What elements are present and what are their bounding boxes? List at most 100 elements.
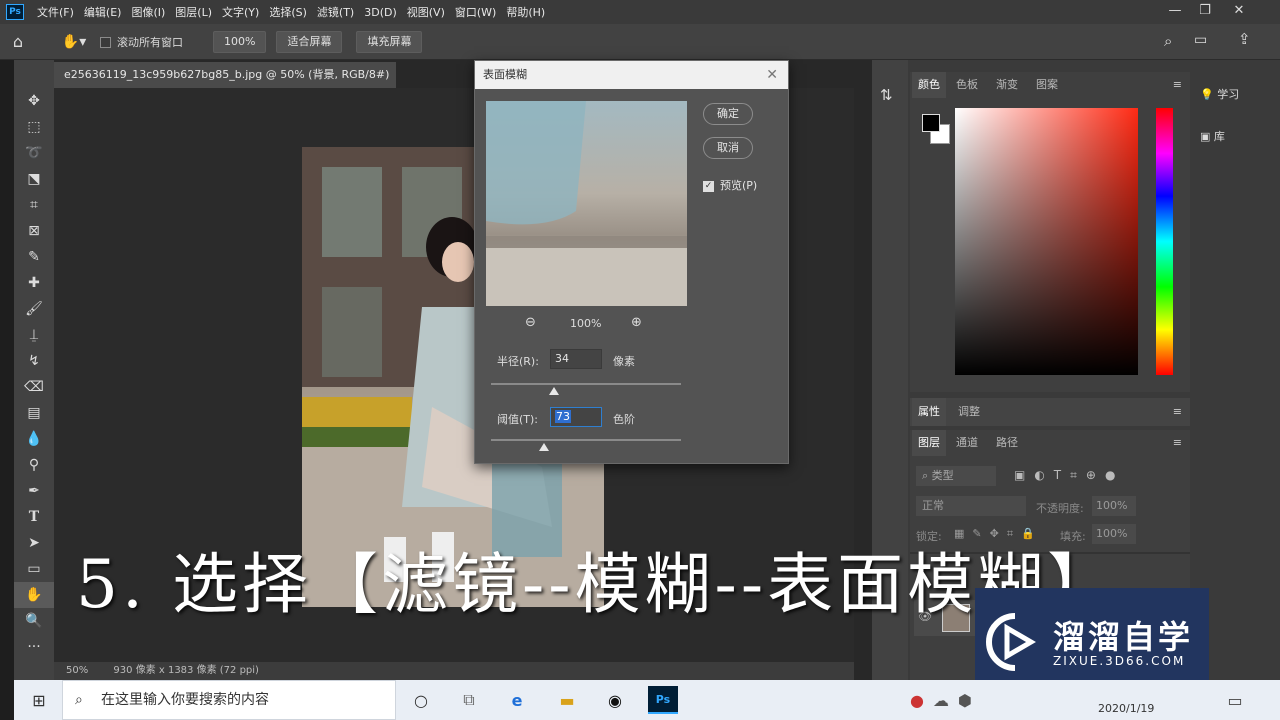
gradient-tool-icon[interactable]: ▤ — [14, 400, 54, 426]
eraser-tool-icon[interactable]: ⌫ — [14, 374, 54, 400]
library-button[interactable]: ▣ 库 — [1200, 128, 1225, 144]
menu-type[interactable]: 文字(Y) — [217, 4, 264, 20]
hue-slider[interactable] — [1156, 108, 1173, 375]
restore-icon[interactable]: ❐ — [1190, 0, 1220, 24]
photoshop-taskbar-icon[interactable]: Ps — [648, 686, 678, 714]
menu-image[interactable]: 图像(I) — [126, 4, 170, 20]
quick-select-tool-icon[interactable]: ⬔ — [14, 166, 54, 192]
frame-tool-icon[interactable]: ⊠ — [14, 218, 54, 244]
menu-view[interactable]: 视图(V) — [402, 4, 450, 20]
rectangle-tool-icon[interactable]: ▭ — [14, 556, 54, 582]
filter-preview[interactable] — [486, 101, 687, 306]
workspace-icon[interactable]: ▭ — [1194, 32, 1207, 48]
dodge-tool-icon[interactable]: ⚲ — [14, 452, 54, 478]
blur-tool-icon[interactable]: 💧 — [14, 426, 54, 452]
hand-tool-icon[interactable]: ✋ — [14, 582, 54, 608]
cancel-button[interactable]: 取消 — [703, 137, 753, 159]
lock-icons[interactable]: ▦✎✥⌗🔒 — [954, 527, 1043, 541]
foreground-color-swatch[interactable] — [922, 114, 940, 132]
notification-icon[interactable]: ▭ — [1220, 686, 1250, 714]
menu-file[interactable]: 文件(F) — [32, 4, 79, 20]
menu-bar: Ps 文件(F) 编辑(E) 图像(I) 图层(L) 文字(Y) 选择(S) 滤… — [0, 0, 1280, 24]
dialog-close-icon[interactable]: ✕ — [766, 61, 778, 89]
layers-menu-icon[interactable]: ≡ — [1173, 436, 1182, 449]
check-icon[interactable]: ✓ — [703, 180, 714, 192]
path-select-tool-icon[interactable]: ➤ — [14, 530, 54, 556]
type-tool-icon[interactable]: T — [14, 504, 54, 530]
tab-swatches[interactable]: 色板 — [950, 72, 984, 98]
menu-edit[interactable]: 编辑(E) — [79, 4, 127, 20]
history-brush-tool-icon[interactable]: ↯ — [14, 348, 54, 374]
dialog-title-bar[interactable]: 表面模糊 ✕ — [475, 61, 788, 89]
dialog-title: 表面模糊 — [483, 68, 527, 81]
document-tab[interactable]: e25636119_13c959b627bg85_b.jpg @ 50% (背景… — [54, 62, 396, 107]
menu-help[interactable]: 帮助(H) — [501, 4, 550, 20]
color-picker-field[interactable] — [955, 108, 1138, 375]
threshold-slider-track[interactable] — [491, 439, 681, 441]
menu-3d[interactable]: 3D(D) — [359, 6, 402, 19]
layer-filter-dropdown[interactable]: ⌕ 类型 — [916, 466, 996, 486]
hand-tool-preset-icon[interactable]: ✋▾ — [54, 34, 94, 50]
edge-icon[interactable]: e — [502, 686, 532, 714]
windows-start-icon[interactable]: ⊞ — [24, 686, 54, 714]
close-window-icon[interactable]: ✕ — [1224, 0, 1254, 24]
checkbox-icon[interactable] — [100, 37, 111, 48]
taskbar-search-box[interactable]: ⌕ 在这里输入你要搜索的内容 — [62, 680, 396, 720]
history-icon[interactable]: ⇅ — [880, 86, 893, 104]
menu-layer[interactable]: 图层(L) — [170, 4, 217, 20]
layer-filter-icons[interactable]: ▣◐T⌗⊕● — [1014, 468, 1124, 483]
zoom-in-icon[interactable]: ⊕ — [631, 315, 642, 330]
zoom-out-icon[interactable]: ⊖ — [525, 315, 536, 330]
threshold-unit: 色阶 — [613, 413, 635, 426]
opacity-input[interactable]: 100% — [1092, 496, 1136, 516]
radius-slider-track[interactable] — [491, 383, 681, 385]
tab-layers[interactable]: 图层 — [912, 430, 946, 456]
crop-tool-icon[interactable]: ⌗ — [14, 192, 54, 218]
menu-select[interactable]: 选择(S) — [264, 4, 312, 20]
brush-tool-icon[interactable]: 🖌 — [14, 296, 54, 322]
file-explorer-icon[interactable]: ▬ — [552, 686, 582, 714]
menu-window[interactable]: 窗口(W) — [450, 4, 501, 20]
more-tools-icon[interactable]: ··· — [14, 634, 54, 660]
fit-screen-button[interactable]: 适合屏幕 — [276, 30, 343, 53]
panel-menu-icon[interactable]: ≡ — [1173, 78, 1182, 91]
tab-paths[interactable]: 路径 — [990, 430, 1024, 456]
menu-filter[interactable]: 滤镜(T) — [312, 4, 359, 20]
app-icon[interactable]: ◉ — [600, 686, 630, 714]
task-view-icon[interactable]: ⧉ — [454, 686, 484, 714]
share-icon[interactable]: ⇪ — [1238, 30, 1251, 48]
learn-button[interactable]: 💡 学习 — [1200, 86, 1239, 102]
clone-stamp-tool-icon[interactable]: ⍊ — [14, 322, 54, 348]
preview-zoom-level: 100% — [570, 317, 602, 330]
threshold-input[interactable]: 73 — [550, 407, 602, 427]
zoom-100-button[interactable]: 100% — [213, 30, 267, 53]
preview-checkbox[interactable]: ✓ 预览(P) — [703, 177, 757, 193]
marquee-tool-icon[interactable]: ⬚ — [14, 114, 54, 140]
scroll-all-windows-checkbox[interactable]: 滚动所有窗口 — [100, 34, 183, 50]
search-icon[interactable]: ⌕ — [1164, 32, 1172, 50]
radius-slider-thumb[interactable] — [548, 387, 559, 395]
move-tool-icon[interactable]: ✥ — [14, 88, 54, 114]
cortana-icon[interactable]: ○ — [406, 686, 436, 714]
properties-menu-icon[interactable]: ≡ — [1173, 405, 1182, 418]
tab-adjustments[interactable]: 调整 — [952, 398, 986, 426]
ok-button[interactable]: 确定 — [703, 103, 753, 125]
security-icon[interactable]: ⬢ — [950, 686, 980, 714]
tab-color[interactable]: 颜色 — [912, 72, 946, 98]
zoom-tool-icon[interactable]: 🔍 — [14, 608, 54, 634]
lasso-tool-icon[interactable]: ➰ — [14, 140, 54, 166]
healing-brush-tool-icon[interactable]: ✚ — [14, 270, 54, 296]
pen-tool-icon[interactable]: ✒ — [14, 478, 54, 504]
radius-input[interactable]: 34 — [550, 349, 602, 369]
tab-properties[interactable]: 属性 — [912, 398, 946, 426]
fill-screen-button[interactable]: 填充屏幕 — [356, 30, 423, 53]
home-icon[interactable]: ⌂ — [0, 32, 36, 51]
eyedropper-tool-icon[interactable]: ✎ — [14, 244, 54, 270]
blend-mode-dropdown[interactable]: 正常 — [916, 496, 1026, 516]
threshold-label: 阈值(T): — [497, 413, 539, 426]
threshold-slider-thumb[interactable] — [539, 443, 550, 451]
tab-gradients[interactable]: 渐变 — [990, 72, 1024, 98]
tab-patterns[interactable]: 图案 — [1030, 72, 1064, 98]
tab-channels[interactable]: 通道 — [950, 430, 984, 456]
minimize-icon[interactable]: — — [1160, 0, 1190, 24]
